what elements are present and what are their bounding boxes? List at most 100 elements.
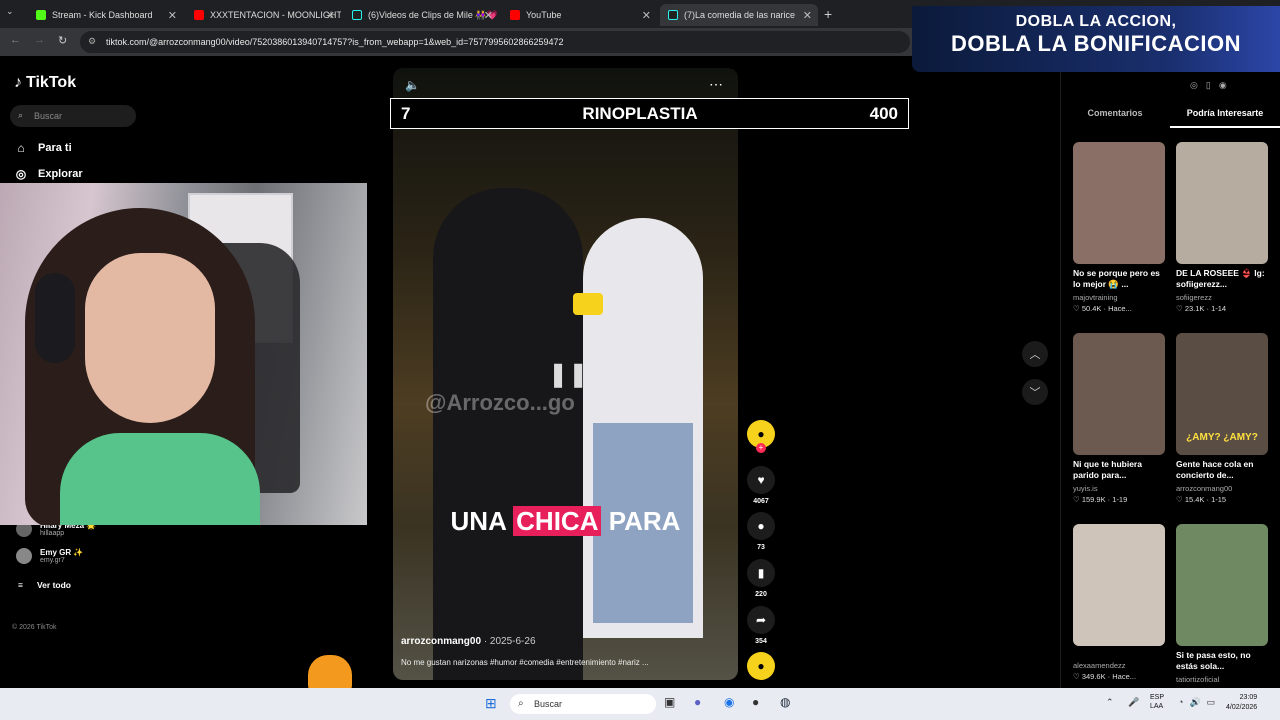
video-thumbnail <box>1073 142 1165 264</box>
windows-start-icon[interactable]: ⊞ <box>485 695 497 712</box>
system-tray[interactable]: ◔ 🔊 ▭ <box>1178 697 1215 708</box>
chrome-icon[interactable]: ◉ <box>724 695 734 709</box>
video-caption: UNA CHICA PARA <box>450 506 681 536</box>
next-video-button[interactable]: ﹀ <box>1022 379 1048 405</box>
tiktok-logo[interactable]: ♪ TikTok <box>14 74 76 92</box>
video-author[interactable]: arrozconmang00 · 2025-6-26 <box>401 636 536 647</box>
kick-icon <box>36 10 46 20</box>
streamer-face <box>85 253 215 423</box>
nav-explorar[interactable]: ◎ Explorar <box>14 167 83 181</box>
panel-toolbar: ◎ ▯ ◉ <box>1190 80 1264 94</box>
video-thumbnail <box>1073 333 1165 455</box>
reload-icon[interactable]: ↻ <box>58 34 67 47</box>
prev-video-button[interactable]: ︿ <box>1022 341 1048 367</box>
search-input[interactable]: ⌕ Buscar <box>10 105 136 127</box>
video-thumbnail: ¿AMY? ¿AMY? <box>1176 333 1268 455</box>
tiktok-icon <box>352 10 362 20</box>
music-disc-icon: ● <box>747 652 775 680</box>
close-icon[interactable]: ✕ <box>168 9 177 22</box>
score-word: RINOPLASTIA <box>582 103 698 123</box>
suggested-video-card[interactable]: Ni que te hubiera parido para... yuyis.is… <box>1073 333 1165 504</box>
heart-icon: ♥ <box>747 466 775 494</box>
volume-icon[interactable]: 🔈 <box>405 78 420 92</box>
video-player[interactable]: 🔈 ⋯ ❚❚ @Arrozco...go UNA CHICA PARA arro… <box>393 68 738 680</box>
share-icon: ➦ <box>747 606 775 634</box>
suggested-video-card[interactable]: No se porque pero es lo mejor 😭 ... majov… <box>1073 142 1165 313</box>
wifi-icon: ◔ <box>1178 697 1184 707</box>
heart-icon: ♡ <box>1176 495 1183 504</box>
task-view-icon[interactable]: ▣ <box>664 695 675 709</box>
heart-icon: ♡ <box>1073 672 1080 681</box>
language-indicator[interactable]: ESP LAA <box>1150 693 1164 711</box>
close-icon[interactable]: ✕ <box>326 9 335 22</box>
avatar[interactable]: ◉ <box>1219 80 1227 94</box>
bookmark-icon: ▮ <box>747 559 775 587</box>
suggested-video-card[interactable]: DE LA ROSEEE 👙 Ig: sofiigerezz... sofiige… <box>1176 142 1268 313</box>
discord-icon[interactable]: ● <box>694 695 701 709</box>
close-icon[interactable]: ✕ <box>642 9 651 22</box>
tab-podria-interesarte[interactable]: Podría Interesarte <box>1170 106 1280 128</box>
like-button[interactable]: ♥ 4067 <box>747 466 775 505</box>
close-icon[interactable]: ✕ <box>803 9 812 22</box>
back-icon[interactable]: ← <box>10 34 21 46</box>
author-avatar[interactable]: ● + <box>747 420 775 453</box>
follow-plus-icon[interactable]: + <box>756 443 766 453</box>
search-icon: ⌕ <box>18 110 24 120</box>
compass-icon: ◎ <box>15 167 27 181</box>
new-tab-button[interactable]: + <box>824 6 832 22</box>
right-tabs: Comentarios Podría Interesarte <box>1060 106 1280 128</box>
comment-button[interactable]: ● 73 <box>747 512 775 551</box>
close-icon[interactable]: ✕ <box>484 9 493 22</box>
promo-line1: DOBLA LA ACCION, <box>1015 13 1177 30</box>
share-button[interactable]: ➦ 354 <box>747 606 775 645</box>
youtube-icon <box>510 10 520 20</box>
url-field[interactable]: tiktok.com/@arrozconmang00/video/7520386… <box>80 31 910 53</box>
forward-icon[interactable]: → <box>34 34 45 46</box>
see-all-link[interactable]: ≡ Ver todo <box>18 580 71 590</box>
following-item[interactable]: Emy GR ✨ emy.gr7 <box>16 548 83 564</box>
tab-tiktok-clips[interactable]: (6)Videos de Clips de Mile 👭💗 ✕ <box>344 4 499 26</box>
footer-copyright: © 2026 TikTok <box>12 624 57 631</box>
site-info-icon[interactable]: ⚙ <box>88 36 96 47</box>
score-rank: 7 <box>401 103 411 123</box>
streamer-shirt <box>60 433 260 525</box>
tab-tiktok-active[interactable]: (7)La comedia de las narice ✕ <box>660 4 818 26</box>
heart-icon: ♡ <box>1073 304 1080 313</box>
music-disc[interactable]: ● <box>747 652 775 680</box>
tab-kick[interactable]: Stream - Kick Dashboard ✕ <box>28 4 183 26</box>
tray-chevron-icon[interactable]: ⌃ <box>1106 697 1114 708</box>
suggested-video-card[interactable]: Si te pasa esto, no estás sola... tatiort… <box>1176 524 1268 684</box>
suggested-video-card[interactable]: alexaamendezz ♡ 349.6K · Hace... <box>1073 524 1165 681</box>
interviewer <box>433 188 583 680</box>
tab-youtube[interactable]: YouTube ✕ <box>502 4 657 26</box>
tab-youtube-music[interactable]: XXXTENTACION - MOONLIGHT ✕ <box>186 4 341 26</box>
tiktok-note-icon: ♪ <box>14 74 22 91</box>
microphone <box>573 293 603 315</box>
obs-icon[interactable]: ● <box>752 695 759 709</box>
compass-icon[interactable]: ◎ <box>1190 80 1198 94</box>
tab-comentarios[interactable]: Comentarios <box>1060 106 1170 128</box>
heart-icon: ♡ <box>1176 304 1183 313</box>
battery-icon: ▭ <box>1206 697 1216 707</box>
steam-icon[interactable]: ◍ <box>780 695 790 709</box>
mic-icon[interactable]: 🎤 <box>1128 697 1139 708</box>
more-icon[interactable]: ⋯ <box>709 76 723 93</box>
nav-para-ti[interactable]: ⌂ Para ti <box>14 141 71 155</box>
youtube-icon <box>194 10 204 20</box>
comment-icon: ● <box>747 512 775 540</box>
headset <box>35 273 75 363</box>
clock[interactable]: 23:09 4/02/2026 <box>1226 693 1257 713</box>
save-button[interactable]: ▮ 220 <box>747 559 775 598</box>
phone-icon[interactable]: ▯ <box>1206 80 1211 94</box>
video-thumbnail <box>1176 142 1268 264</box>
pause-icon[interactable]: ❚❚ <box>548 360 588 389</box>
promo-banner: DOBLA LA ACCION, DOBLA LA BONIFICACION <box>912 6 1280 72</box>
webcam-overlay <box>0 183 367 525</box>
video-description: No me gustan narizonas #humor #comedia #… <box>401 658 649 667</box>
tiktok-icon <box>668 10 678 20</box>
heart-icon: ♡ <box>1073 495 1080 504</box>
suggested-video-card[interactable]: ¿AMY? ¿AMY? Gente hace cola en concierto … <box>1176 333 1268 504</box>
taskbar-search[interactable]: ⌕ Buscar <box>510 694 656 714</box>
chevron-down-icon: ﹀ <box>1029 387 1041 399</box>
tab-search-icon[interactable]: ⌄ <box>6 6 14 17</box>
